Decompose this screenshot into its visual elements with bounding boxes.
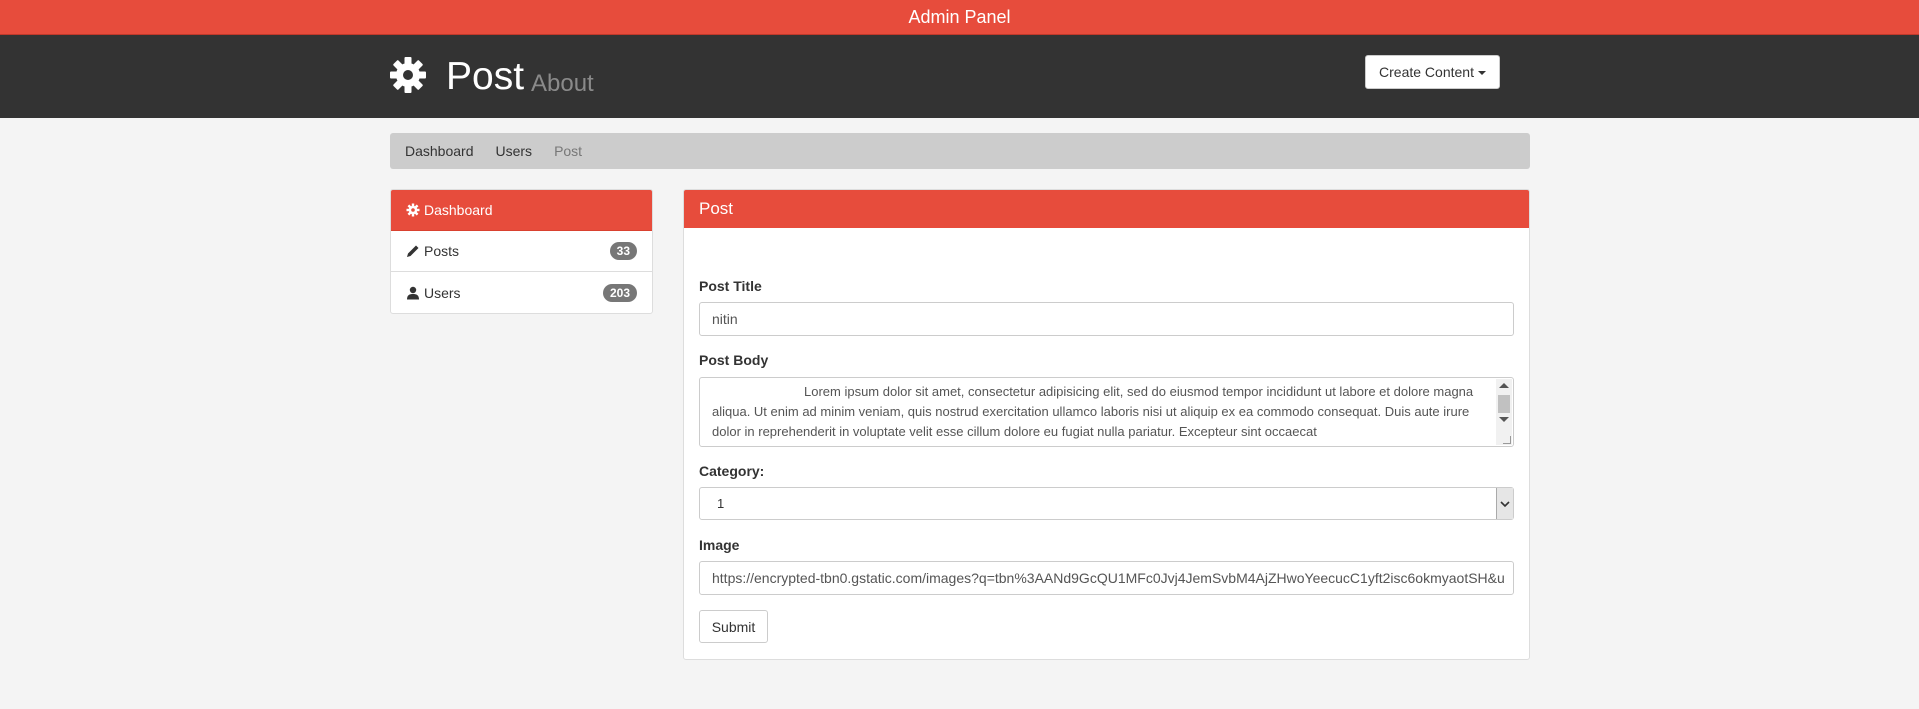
category-label: Category: — [699, 463, 765, 479]
breadcrumb: Dashboard Users Post — [390, 133, 1530, 169]
panel-heading: Post — [684, 190, 1529, 228]
post-body-text: Lorem ipsum dolor sit amet, consectetur … — [712, 384, 1474, 439]
users-count-badge: 203 — [602, 283, 637, 302]
scroll-down-icon[interactable] — [1499, 417, 1509, 422]
sidebar-item-dashboard[interactable]: Dashboard — [391, 190, 652, 231]
post-form-panel: Post Post Title nitin Post Body Lorem ip… — [683, 189, 1530, 660]
scroll-thumb[interactable] — [1498, 395, 1510, 413]
breadcrumb-users[interactable]: Users — [496, 143, 533, 159]
page-title: Post — [446, 55, 525, 98]
sidebar-item-label: Users — [424, 284, 461, 301]
post-body-textarea[interactable]: Lorem ipsum dolor sit amet, consectetur … — [699, 377, 1514, 447]
admin-panel-title: Admin Panel — [908, 6, 1011, 27]
sidebar-item-label: Dashboard — [424, 202, 493, 218]
create-content-label: Create Content — [1379, 64, 1474, 80]
gear-icon — [406, 203, 420, 217]
post-title-input[interactable]: nitin — [699, 302, 1514, 336]
resize-grip-icon[interactable] — [1503, 436, 1511, 444]
admin-topbar: Admin Panel — [0, 0, 1919, 35]
chevron-down-icon[interactable] — [1496, 488, 1513, 519]
image-url-input[interactable]: https://encrypted-tbn0.gstatic.com/image… — [699, 561, 1514, 595]
caret-down-icon — [1477, 71, 1486, 75]
submit-button[interactable]: Submit — [699, 610, 768, 643]
sidebar: Dashboard Posts 33 Users 203 — [390, 189, 653, 314]
pencil-icon — [407, 245, 419, 257]
user-icon — [407, 286, 419, 299]
sidebar-item-posts[interactable]: Posts 33 — [391, 231, 652, 272]
breadcrumb-post: Post — [554, 143, 583, 159]
category-selected-value: 1 — [717, 496, 725, 511]
sidebar-item-label: Posts — [424, 243, 460, 259]
page-subtitle: About — [531, 70, 594, 97]
post-title-label: Post Title — [699, 278, 762, 294]
sidebar-item-users[interactable]: Users 203 — [391, 272, 652, 313]
image-label: Image — [699, 537, 740, 553]
category-select[interactable]: 1 — [699, 487, 1514, 520]
page-header: Post About Create Content — [0, 35, 1919, 118]
breadcrumb-dashboard[interactable]: Dashboard — [405, 143, 474, 159]
create-content-button[interactable]: Create Content — [1365, 55, 1500, 89]
panel-title: Post — [699, 199, 734, 218]
posts-count-badge: 33 — [609, 242, 637, 260]
gear-icon — [390, 57, 426, 93]
post-body-label: Post Body — [699, 352, 769, 368]
scroll-up-icon[interactable] — [1499, 383, 1509, 388]
